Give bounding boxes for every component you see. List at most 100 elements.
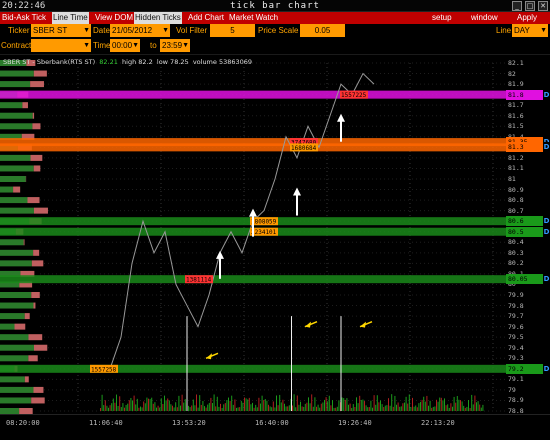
chevron-down-icon: ▼ bbox=[540, 27, 547, 34]
volume-bar bbox=[212, 403, 213, 411]
price-scale-input[interactable]: 0.05 bbox=[300, 24, 345, 37]
menu-line-time[interactable]: Line Time bbox=[52, 12, 89, 24]
delete-level-icon[interactable]: D bbox=[543, 216, 550, 227]
time-to-select[interactable]: 23:59 ▼ bbox=[160, 39, 190, 52]
volume-bar bbox=[220, 403, 221, 411]
volume-bar bbox=[136, 398, 138, 411]
time-from-value: 00:00 bbox=[112, 41, 133, 50]
minimize-icon[interactable]: _ bbox=[512, 1, 522, 11]
time-to-value: 23:59 bbox=[162, 41, 183, 50]
volume-bar bbox=[106, 405, 108, 411]
line-select[interactable]: DAY ▼ bbox=[512, 24, 548, 37]
level-volume-text: 1557225 bbox=[341, 92, 367, 99]
delete-level-icon[interactable]: D bbox=[543, 226, 550, 237]
volume-profile-bar bbox=[32, 123, 41, 130]
ticker-label: Ticker bbox=[8, 26, 30, 35]
level-volume-text: 1680684 bbox=[291, 145, 317, 152]
volume-bar bbox=[194, 405, 196, 411]
volume-profile-bar bbox=[0, 355, 29, 362]
volume-bar bbox=[335, 407, 337, 411]
volume-bar bbox=[204, 406, 205, 411]
price-tick-label: 79.4 bbox=[508, 343, 524, 352]
volume-bar bbox=[333, 407, 335, 411]
menu-window[interactable]: window bbox=[470, 12, 499, 24]
volume-profile-bar bbox=[0, 334, 29, 341]
date-field[interactable]: 21/05/2012 ▼ bbox=[110, 24, 170, 37]
volume-bar bbox=[180, 405, 181, 411]
volume-bar bbox=[183, 402, 185, 411]
menu-market-watch[interactable]: Market Watch bbox=[228, 12, 279, 24]
volume-profile-bar bbox=[0, 70, 34, 77]
menu-hidden-ticks[interactable]: Hidden Ticks bbox=[134, 12, 182, 24]
menu-apply[interactable]: Apply bbox=[516, 12, 538, 24]
volume-bar bbox=[392, 406, 394, 411]
ticker-select[interactable]: SBER ST ▼ bbox=[31, 24, 91, 37]
volume-bar bbox=[148, 398, 149, 411]
volume-bar bbox=[360, 399, 362, 411]
volume-bar bbox=[242, 402, 244, 411]
chevron-down-icon: ▼ bbox=[83, 27, 90, 34]
volume-bar bbox=[282, 399, 284, 411]
volume-text: volume 53863069 bbox=[192, 58, 253, 66]
vol-filter-input[interactable]: 5 bbox=[210, 24, 255, 37]
menu-bid-ask-tick[interactable]: Bid-Ask Tick bbox=[1, 12, 47, 24]
delete-level-icon[interactable]: D bbox=[543, 142, 550, 153]
volume-profile-bar bbox=[30, 154, 43, 161]
volume-bar bbox=[386, 405, 388, 411]
volume-bar bbox=[276, 395, 277, 411]
volume-bar bbox=[407, 403, 409, 411]
time-from-select[interactable]: 00:00 ▼ bbox=[110, 39, 140, 52]
volume-profile-bar bbox=[0, 249, 34, 256]
volume-bar bbox=[364, 401, 365, 411]
low-text: low 78.25 bbox=[156, 58, 189, 66]
volume-bar bbox=[324, 399, 325, 411]
volume-bar bbox=[168, 400, 170, 411]
ticker-value: SBER ST bbox=[33, 26, 68, 35]
time-tick-label: 19:26:40 bbox=[338, 419, 372, 427]
level-volume-text: 1381114 bbox=[186, 277, 212, 284]
volume-bar bbox=[239, 407, 241, 411]
volume-bar bbox=[248, 397, 250, 411]
volume-profile-bar bbox=[0, 239, 24, 246]
price-tick-label: 82 bbox=[508, 69, 516, 78]
volume-bar bbox=[218, 406, 220, 411]
volume-bar bbox=[210, 397, 212, 411]
volume-bar bbox=[266, 400, 268, 411]
contract-select[interactable]: ▼ bbox=[31, 39, 91, 52]
volume-bar bbox=[264, 399, 266, 411]
date-label: Date bbox=[93, 26, 110, 35]
time-tick-label: 11:06:40 bbox=[89, 419, 123, 427]
close-icon[interactable]: ✕ bbox=[538, 1, 548, 11]
volume-bar bbox=[311, 394, 313, 411]
menu-view-dom[interactable]: View DOM bbox=[94, 12, 134, 24]
tick-chart[interactable]: 1557225 3747680 1680684 1808059 2234101 13811… bbox=[0, 54, 550, 415]
volume-bar bbox=[450, 403, 452, 411]
volume-bar bbox=[448, 407, 450, 411]
menu-add-chart[interactable]: Add Chart bbox=[187, 12, 225, 24]
delete-level-icon[interactable]: D bbox=[543, 274, 550, 285]
delete-level-icon[interactable]: D bbox=[543, 89, 550, 100]
volume-bar bbox=[466, 406, 468, 411]
volume-bar bbox=[252, 402, 253, 411]
volume-profile-bar bbox=[0, 112, 33, 119]
volume-bar bbox=[300, 401, 301, 411]
up-arrow-icon bbox=[293, 187, 301, 196]
price-tick-label: 80.9 bbox=[508, 185, 524, 194]
volume-bar bbox=[320, 403, 322, 411]
volume-bar bbox=[292, 405, 293, 411]
menu-setup[interactable]: setup bbox=[431, 12, 453, 24]
price-tick-label: 78.9 bbox=[508, 396, 524, 405]
time-tick-label: 08:20:00 bbox=[6, 419, 40, 427]
delete-level-icon[interactable]: D bbox=[543, 363, 550, 374]
maximize-icon[interactable]: □ bbox=[525, 1, 535, 11]
volume-bar bbox=[471, 394, 473, 411]
price-tick-label: 80.4 bbox=[508, 238, 524, 247]
volume-bar bbox=[133, 395, 135, 411]
volume-bar bbox=[288, 405, 290, 411]
volume-bar bbox=[285, 406, 287, 411]
volume-bar bbox=[301, 406, 303, 411]
time-axis: 08:20:00 11:06:40 13:53:20 16:40:00 19:26:40… bbox=[0, 414, 550, 440]
volume-profile-bar bbox=[14, 323, 26, 330]
volume-profile-bar bbox=[0, 176, 26, 182]
price-tick-label: 81 bbox=[508, 175, 516, 183]
